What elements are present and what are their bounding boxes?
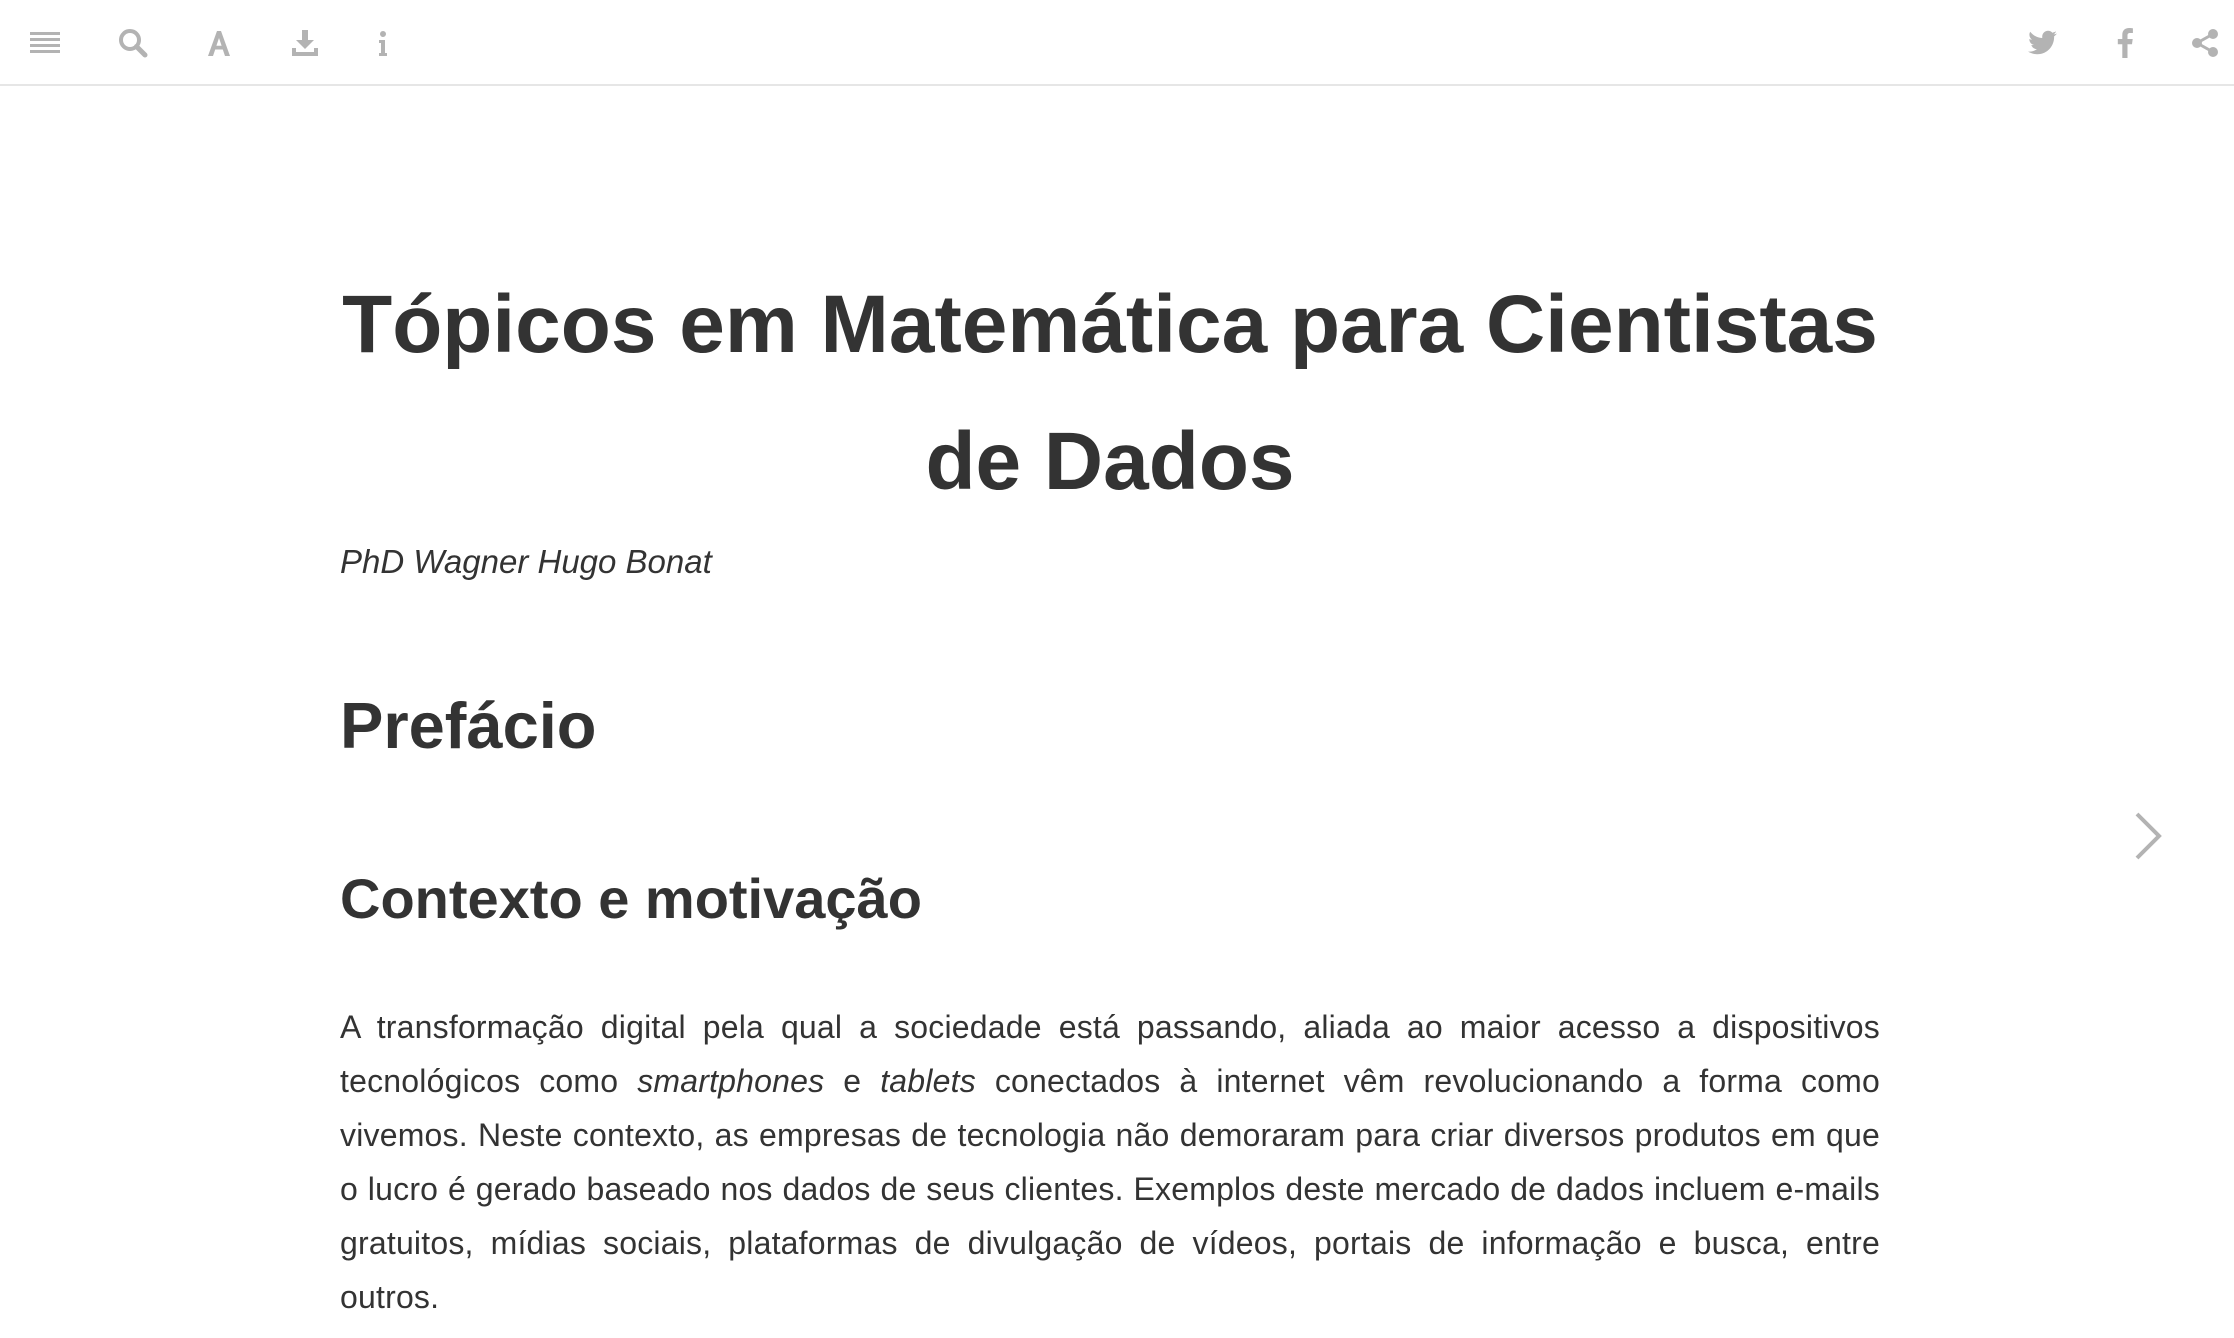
next-page-button[interactable] — [2120, 800, 2176, 872]
chapter-heading: Prefácio — [340, 689, 597, 762]
paragraph-text: conectados à internet vêm revolucionando… — [340, 1063, 1880, 1315]
paragraph-emphasis: tablets — [880, 1063, 976, 1099]
paragraph-text: e — [824, 1063, 881, 1099]
share-icon[interactable] — [2180, 18, 2230, 68]
chevron-right-icon — [2135, 812, 2162, 860]
menu-icon[interactable] — [20, 18, 70, 68]
book-title: Tópicos em Matemática para Cientistas de… — [342, 279, 1878, 507]
section-heading: Contexto e motivação — [340, 867, 922, 930]
book-author: PhD Wagner Hugo Bonat — [340, 543, 712, 580]
font-settings-icon[interactable] — [194, 18, 244, 68]
facebook-icon[interactable] — [2100, 18, 2150, 68]
body-paragraph: A transformação digital pela qual a soci… — [340, 1000, 1880, 1324]
book-toolbar — [0, 0, 2234, 86]
paragraph-emphasis: smartphones — [637, 1063, 825, 1099]
info-icon[interactable] — [358, 18, 408, 68]
download-icon[interactable] — [280, 18, 330, 68]
twitter-icon[interactable] — [2018, 18, 2068, 68]
search-icon[interactable] — [108, 18, 158, 68]
